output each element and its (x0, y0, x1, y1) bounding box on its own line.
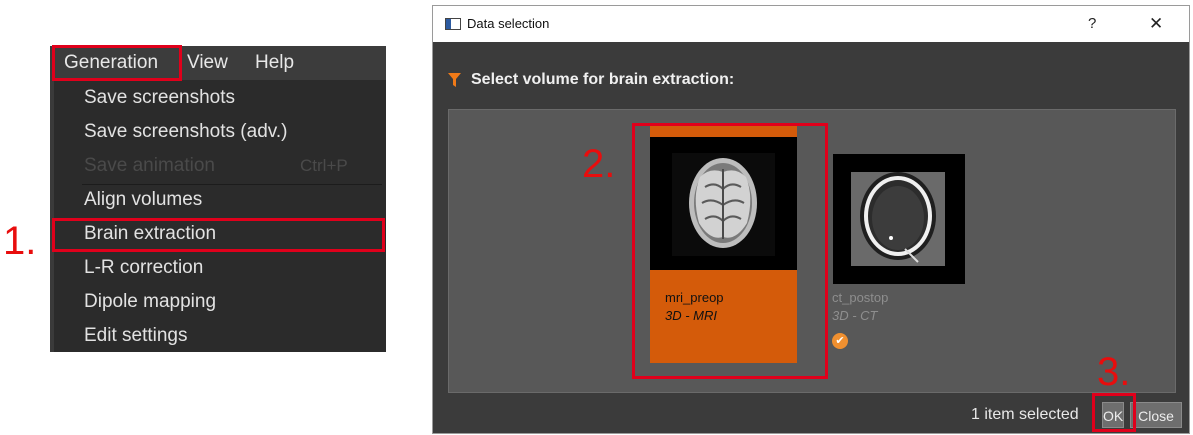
step-2-label: 2. (582, 142, 616, 186)
selection-header-text: Select volume for brain extraction: (471, 71, 735, 88)
dialog-title: Data selection (467, 16, 550, 31)
ct-scan-image (833, 154, 965, 284)
highlight-ok-button (1092, 393, 1136, 432)
selection-status: 1 item selected (971, 406, 1079, 423)
ct-volume-name: ct_postop (832, 290, 889, 305)
step-3-label: 3. (1097, 350, 1131, 394)
generation-dropdown: Save screenshots Save screenshots (adv.)… (54, 80, 386, 352)
titlebar: Data selection ? ✕ (433, 6, 1189, 42)
menu-help[interactable]: Help (255, 46, 294, 80)
help-button[interactable]: ? (1088, 6, 1096, 42)
menu-item-lr-correction[interactable]: L-R correction (84, 252, 203, 284)
menu-item-save-animation: Save animation (84, 155, 215, 176)
highlight-brain-extraction (52, 218, 385, 252)
filter-icon (448, 73, 461, 87)
ct-volume-meta: 3D - CT (832, 308, 878, 323)
check-icon: ✔ (832, 333, 848, 349)
close-window-button[interactable]: ✕ (1149, 6, 1163, 42)
menu-item-edit-settings[interactable]: Edit settings (84, 320, 188, 352)
highlight-mri-card (632, 123, 828, 379)
close-button[interactable]: Close (1130, 402, 1182, 428)
step-1-label: 1. (3, 219, 37, 263)
volume-card-ct-postop[interactable] (833, 154, 965, 354)
highlight-generation (52, 45, 182, 81)
menu-view[interactable]: View (187, 46, 228, 80)
menu-item-dipole-mapping[interactable]: Dipole mapping (84, 286, 216, 318)
shortcut-save-animation: Ctrl+P (300, 156, 348, 175)
menu-item-align-volumes[interactable]: Align volumes (84, 184, 202, 216)
window-icon (445, 18, 461, 30)
ct-thumbnail (833, 154, 965, 284)
menu-item-save-screenshots[interactable]: Save screenshots (84, 82, 235, 114)
menu-item-save-screenshots-adv[interactable]: Save screenshots (adv.) (84, 116, 287, 148)
menu-panel: Generation View Help Save screenshots Sa… (50, 46, 386, 352)
